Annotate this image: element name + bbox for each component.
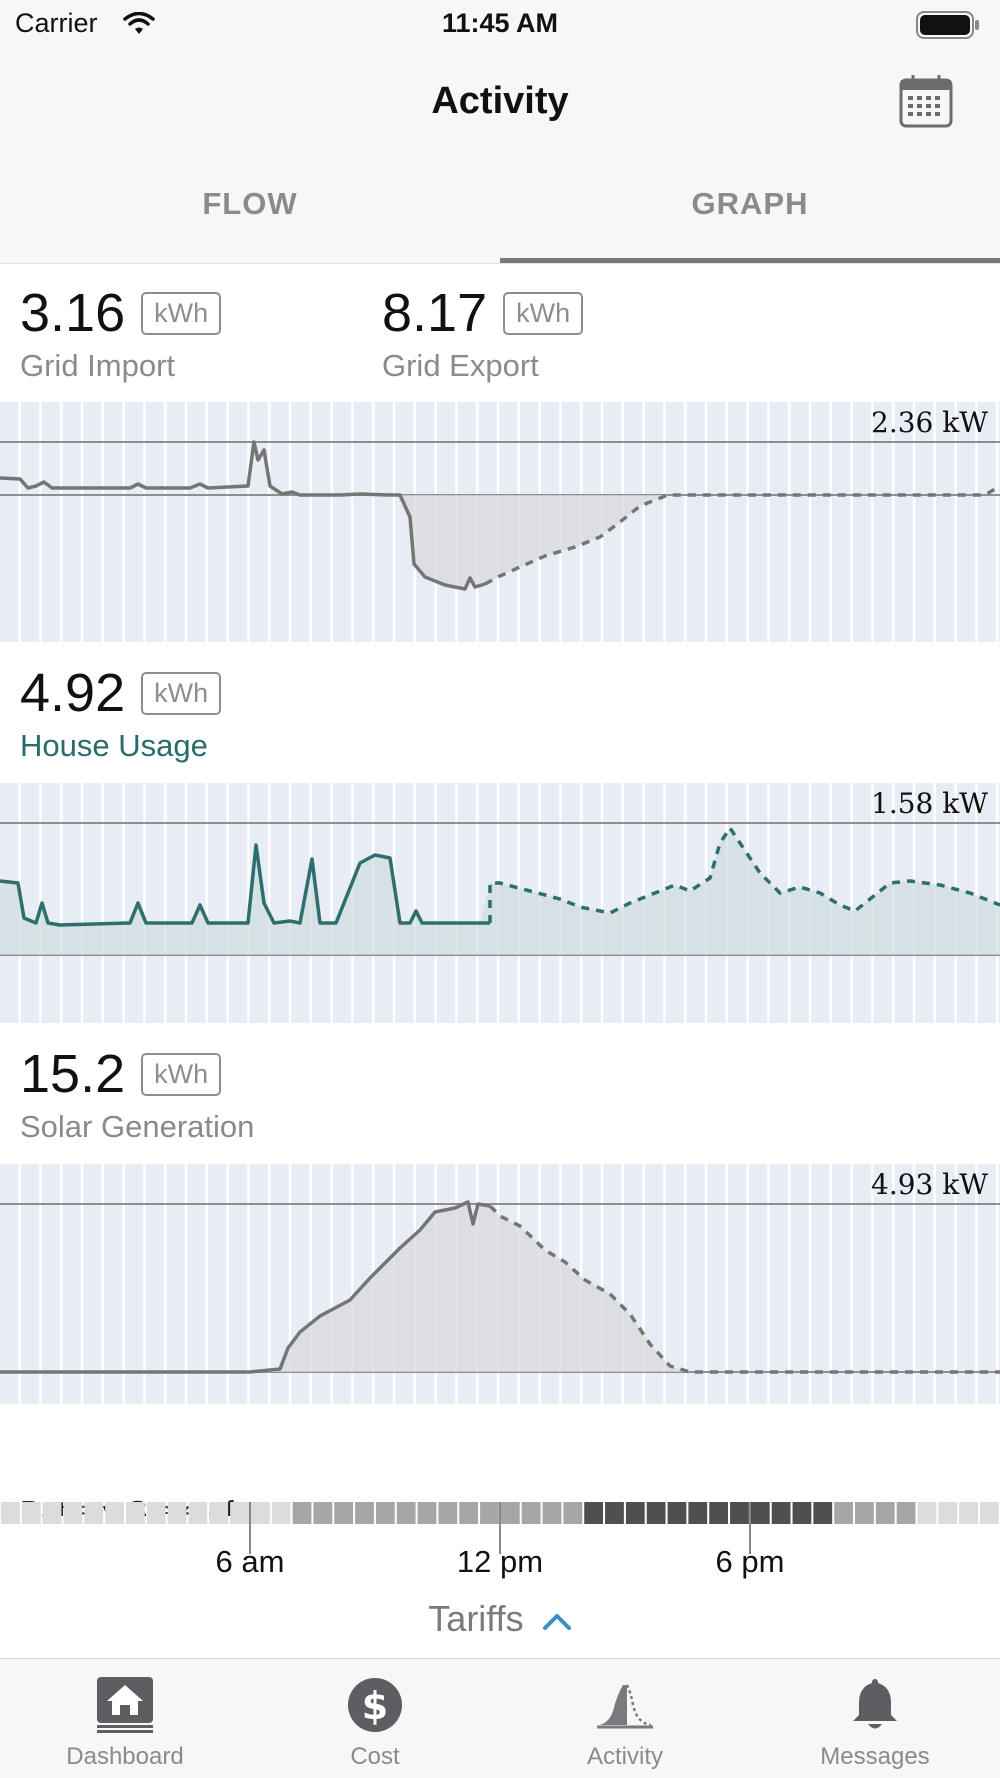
time-axis-label-6pm: 6 pm	[715, 1544, 785, 1579]
activity-icon	[597, 1684, 653, 1729]
tabbar-label: Dashboard	[66, 1743, 184, 1770]
solar-generation-peak-label: 4.93 kW	[871, 1168, 988, 1201]
solar-generation-metric: 15.2 kWh Solar Generation	[20, 1043, 254, 1145]
unit-badge: kWh	[141, 291, 222, 335]
house-usage-label: House Usage	[20, 728, 208, 763]
grid-import-label: Grid Import	[20, 348, 176, 383]
unit-badge: kWh	[141, 1052, 222, 1096]
tab-selected-indicator	[500, 258, 1000, 263]
unit-badge: kWh	[503, 291, 584, 335]
tariff-panel: Battery State of Charge 6 am 12 pm 6 pm …	[0, 1440, 1000, 1660]
grid-export-value: 8.17	[382, 283, 488, 343]
tabbar-label: Activity	[586, 1743, 663, 1770]
status-bar: Carrier 11:45 AM	[0, 0, 1000, 54]
grid-export-label: Grid Export	[382, 348, 539, 383]
page-title: Activity	[431, 80, 569, 122]
tabbar-messages[interactable]: Messages	[750, 1659, 1000, 1778]
grid-import-metric: 3.16 kWh Grid Import	[20, 282, 222, 384]
grid-peak-label: 2.36 kW	[871, 406, 988, 439]
house-usage-metric: 4.92 kWh House Usage	[20, 662, 222, 764]
unit-badge: kWh	[141, 671, 222, 715]
house-usage-chart[interactable]: 1.58 kW	[0, 783, 1000, 1023]
battery-icon	[916, 11, 979, 39]
time-axis-label-6am: 6 am	[215, 1544, 285, 1579]
tab-graph[interactable]: GRAPH	[500, 150, 1000, 264]
tariffs-toggle[interactable]: Tariffs	[0, 1598, 1000, 1640]
tab-flow[interactable]: FLOW	[0, 150, 500, 264]
tabbar-label: Messages	[820, 1743, 930, 1770]
calendar-icon[interactable]	[899, 74, 953, 128]
solar-generation-label: Solar Generation	[20, 1109, 255, 1144]
grid-chart[interactable]: 2.36 kW	[0, 402, 1000, 642]
tabbar-label: Cost	[350, 1743, 400, 1770]
tabbar-activity[interactable]: Activity	[500, 1659, 750, 1778]
bottom-tab-bar: Dashboard $ Cost Activity Messages	[0, 1658, 1000, 1778]
nav-bar: Activity	[0, 54, 1000, 150]
tariffs-label: Tariffs	[428, 1598, 524, 1639]
svg-text:$: $	[362, 1684, 388, 1728]
house-usage-value: 4.92	[20, 663, 126, 723]
house-icon	[97, 1677, 153, 1733]
time-axis-label-12pm: 12 pm	[456, 1544, 544, 1579]
clock-time: 11:45 AM	[441, 8, 559, 38]
grid-export-metric: 8.17 kWh Grid Export	[382, 282, 584, 384]
chevron-up-icon	[542, 1614, 571, 1631]
tabbar-cost[interactable]: $ Cost	[250, 1659, 500, 1778]
solar-generation-chart[interactable]: 4.93 kW	[0, 1164, 1000, 1404]
dollar-icon: $	[348, 1678, 402, 1732]
tabbar-dashboard[interactable]: Dashboard	[0, 1659, 250, 1778]
view-tabs: FLOW GRAPH	[0, 150, 1000, 264]
grid-import-value: 3.16	[20, 283, 126, 343]
bell-icon	[853, 1679, 897, 1729]
solar-generation-value: 15.2	[20, 1044, 126, 1104]
house-usage-peak-label: 1.58 kW	[871, 787, 988, 820]
